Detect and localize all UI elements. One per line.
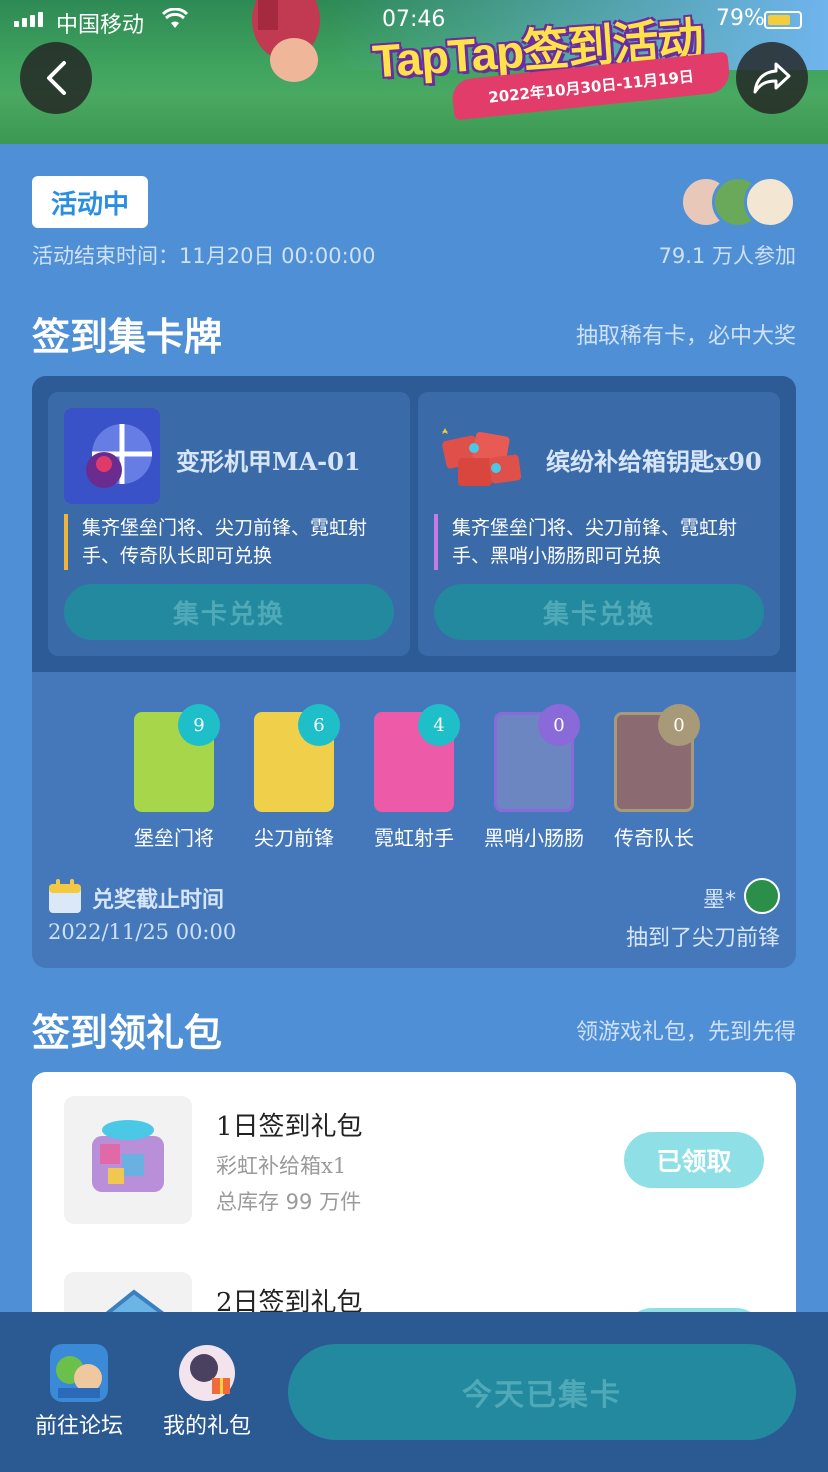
card-count-badge: 4 — [418, 704, 460, 746]
list-item: 1日签到礼包 彩虹补给箱x1 总库存 99 万件 已领取 — [32, 1072, 796, 1224]
gift-content: 彩虹补给箱x1 — [216, 1154, 347, 1178]
battery-icon — [764, 11, 802, 29]
battery-percent: 79% — [716, 6, 765, 31]
winner-note: 抽到了尖刀前锋 — [625, 926, 780, 951]
supply-key-reward-image — [442, 428, 522, 486]
character-card-list: 9 堡垒门将 6 尖刀前锋 4 霓虹射手 0 黑哨小肠肠 0 传奇队长 — [132, 704, 712, 850]
character-name: 传奇队长 — [614, 826, 694, 850]
activity-status-badge: 活动中 — [32, 176, 148, 228]
gift-title: 1日签到礼包 — [216, 1112, 363, 1142]
character-name: 堡垒门将 — [134, 826, 214, 850]
avatar — [744, 176, 796, 228]
chevron-left-icon — [47, 61, 66, 95]
bottom-bar: 前往论坛 我的礼包 今天已集卡 — [0, 1312, 828, 1472]
deadline-label: 兑奖截止时间 — [92, 888, 225, 913]
mecha-reward-image — [64, 408, 160, 504]
reward-description: 集齐堡垒门将、尖刀前锋、霓虹射手、传奇队长即可兑换 — [64, 514, 394, 570]
participant-avatars — [680, 176, 796, 228]
forum-label: 前往论坛 — [34, 1414, 123, 1439]
character-name: 黑哨小肠肠 — [484, 826, 584, 850]
back-button[interactable] — [20, 42, 92, 114]
reward-card-keys: 缤纷补给箱钥匙x90 集齐堡垒门将、尖刀前锋、霓虹射手、黑哨小肠肠即可兑换 集卡… — [418, 392, 780, 656]
winner-name: 墨* — [702, 888, 736, 913]
collect-section-subtitle: 抽取稀有卡，必中大奖 — [575, 324, 796, 349]
my-gifts-label: 我的礼包 — [162, 1414, 251, 1439]
forum-game-icon — [50, 1344, 108, 1402]
activity-end-time: 活动结束时间：11月20日 00:00:00 — [32, 244, 376, 268]
card-count-badge: 0 — [538, 704, 580, 746]
gift-section-subtitle: 领游戏礼包，先到先得 — [575, 1020, 796, 1045]
reward-name: 变形机甲MA-01 — [176, 447, 361, 476]
character-name: 霓虹射手 — [374, 826, 454, 850]
reward-card-mecha: 变形机甲MA-01 集齐堡垒门将、尖刀前锋、霓虹射手、传奇队长即可兑换 集卡兑换 — [48, 392, 410, 656]
gift-section-title: 签到领礼包 — [32, 1011, 223, 1055]
share-arrow-icon — [753, 62, 791, 94]
card-count-badge: 6 — [298, 704, 340, 746]
character-name: 尖刀前锋 — [254, 826, 334, 850]
cellular-signal-icon — [14, 12, 43, 27]
reward-name: 缤纷补给箱钥匙x90 — [546, 447, 762, 476]
share-button[interactable] — [736, 42, 808, 114]
carrier-name: 中国移动 — [56, 13, 145, 38]
reward-description: 集齐堡垒门将、尖刀前锋、霓虹射手、黑哨小肠肠即可兑换 — [434, 514, 764, 570]
status-time: 07:46 — [382, 7, 446, 32]
calendar-icon — [49, 879, 81, 913]
participant-count: 79.1 万人参加 — [658, 244, 796, 268]
avatar — [744, 878, 780, 914]
claimed-button[interactable]: 已领取 — [624, 1132, 764, 1188]
gift-icon — [179, 1345, 235, 1401]
deadline-time: 2022/11/25 00:00 — [48, 920, 237, 944]
status-bar: 中国移动 07:46 79% — [0, 0, 828, 42]
collect-section-title: 签到集卡牌 — [32, 315, 223, 359]
gift-stock: 总库存 99 万件 — [216, 1190, 362, 1214]
card-count-badge: 9 — [178, 704, 220, 746]
collect-panel: 变形机甲MA-01 集齐堡垒门将、尖刀前锋、霓虹射手、传奇队长即可兑换 集卡兑换… — [32, 376, 796, 968]
exchange-cards-button[interactable]: 集卡兑换 — [64, 584, 394, 640]
gift-list: 1日签到礼包 彩虹补给箱x1 总库存 99 万件 已领取 2日签到礼包 — [32, 1072, 796, 1332]
card-count-badge: 0 — [658, 704, 700, 746]
exchange-cards-button[interactable]: 集卡兑换 — [434, 584, 764, 640]
wifi-icon — [161, 7, 189, 35]
today-collected-button[interactable]: 今天已集卡 — [288, 1344, 796, 1440]
rainbow-supply-box-image — [64, 1096, 192, 1224]
